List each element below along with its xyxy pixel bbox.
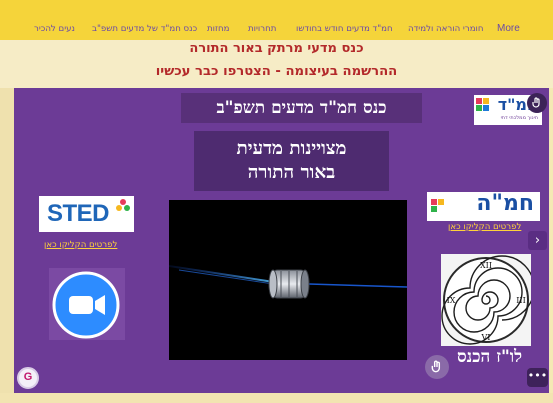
spiral-clock-icon: XII III VI IX (441, 254, 535, 346)
nav-item-competitions[interactable]: תחרויות (248, 24, 276, 34)
slogan-line-2: באור התורה (247, 162, 336, 183)
hand-cursor-icon[interactable] (527, 93, 547, 113)
hemed-logo-tagline: חינוך ממלכתי דתי (500, 115, 538, 121)
slogan-line-1: מצויינות מדעית (236, 138, 347, 159)
svg-text:III: III (516, 296, 525, 305)
details-link-sted[interactable]: לפרטים הקליקו כאן (44, 240, 117, 250)
video-frame-graphic (169, 265, 407, 299)
nav-item-plays[interactable]: מחזות (207, 24, 229, 34)
svg-text:VI: VI (481, 333, 491, 342)
hemmah-logo[interactable]: חמ"ה (427, 191, 540, 221)
zoom-icon (52, 271, 120, 339)
grammarly-badge-icon[interactable]: G (17, 367, 39, 389)
zoom-link[interactable] (49, 268, 125, 340)
conference-title: כנס חמ"ד מדעים תשפ"ב (181, 93, 422, 123)
headline-primary: כנס מדעי מרתק באור התורה (189, 41, 364, 56)
svg-text:IX: IX (447, 296, 456, 305)
hemmah-logo-text: חמ"ה (476, 191, 534, 216)
svg-text:XII: XII (480, 261, 492, 270)
next-slide-button[interactable]: › (528, 231, 547, 250)
conference-slogan: מצויינות מדעית באור התורה (194, 131, 389, 191)
grammarly-badge-letter: G (23, 371, 33, 383)
nav-item-teaching-materials[interactable]: חומרי הוראה ולמידה (408, 24, 484, 34)
video-player[interactable] (169, 200, 407, 360)
more-options-button[interactable]: ••• (527, 368, 548, 387)
hand-cursor-icon-schedule[interactable] (425, 355, 449, 379)
headline-registration: ההרשמה בעיצומה - הצטרפו כבר עכשיו (155, 64, 398, 79)
nav-more[interactable]: More (497, 23, 520, 34)
hemmah-logo-mark-icon (431, 199, 444, 212)
sted-logo-text: STED (47, 200, 110, 227)
top-navigation-bar: More חומרי הוראה ולמידה חמ"ד מדעים חודש … (0, 0, 553, 40)
schedule-label[interactable]: לו"ז הכנס (457, 347, 522, 367)
nav-item-about[interactable]: נעים להכיר (34, 24, 75, 34)
schedule-clock-image[interactable]: XII III VI IX (441, 254, 535, 346)
nav-item-monthly-science[interactable]: חמ"ד מדעים חודש בחודשו (296, 24, 393, 34)
page-margin-bottom (0, 393, 553, 403)
hand-glyph-icon (532, 97, 540, 108)
sted-logo-mark-icon (116, 199, 130, 211)
hand-glyph-icon (431, 360, 441, 373)
details-link-hemmah[interactable]: לפרטים הקליקו כאן (448, 222, 521, 232)
page-margin-left (0, 88, 14, 393)
sted-logo[interactable]: STED (39, 196, 134, 232)
nav-item-conference[interactable]: כנס חמ"ד של מדעים תשפ"ב (92, 24, 197, 34)
